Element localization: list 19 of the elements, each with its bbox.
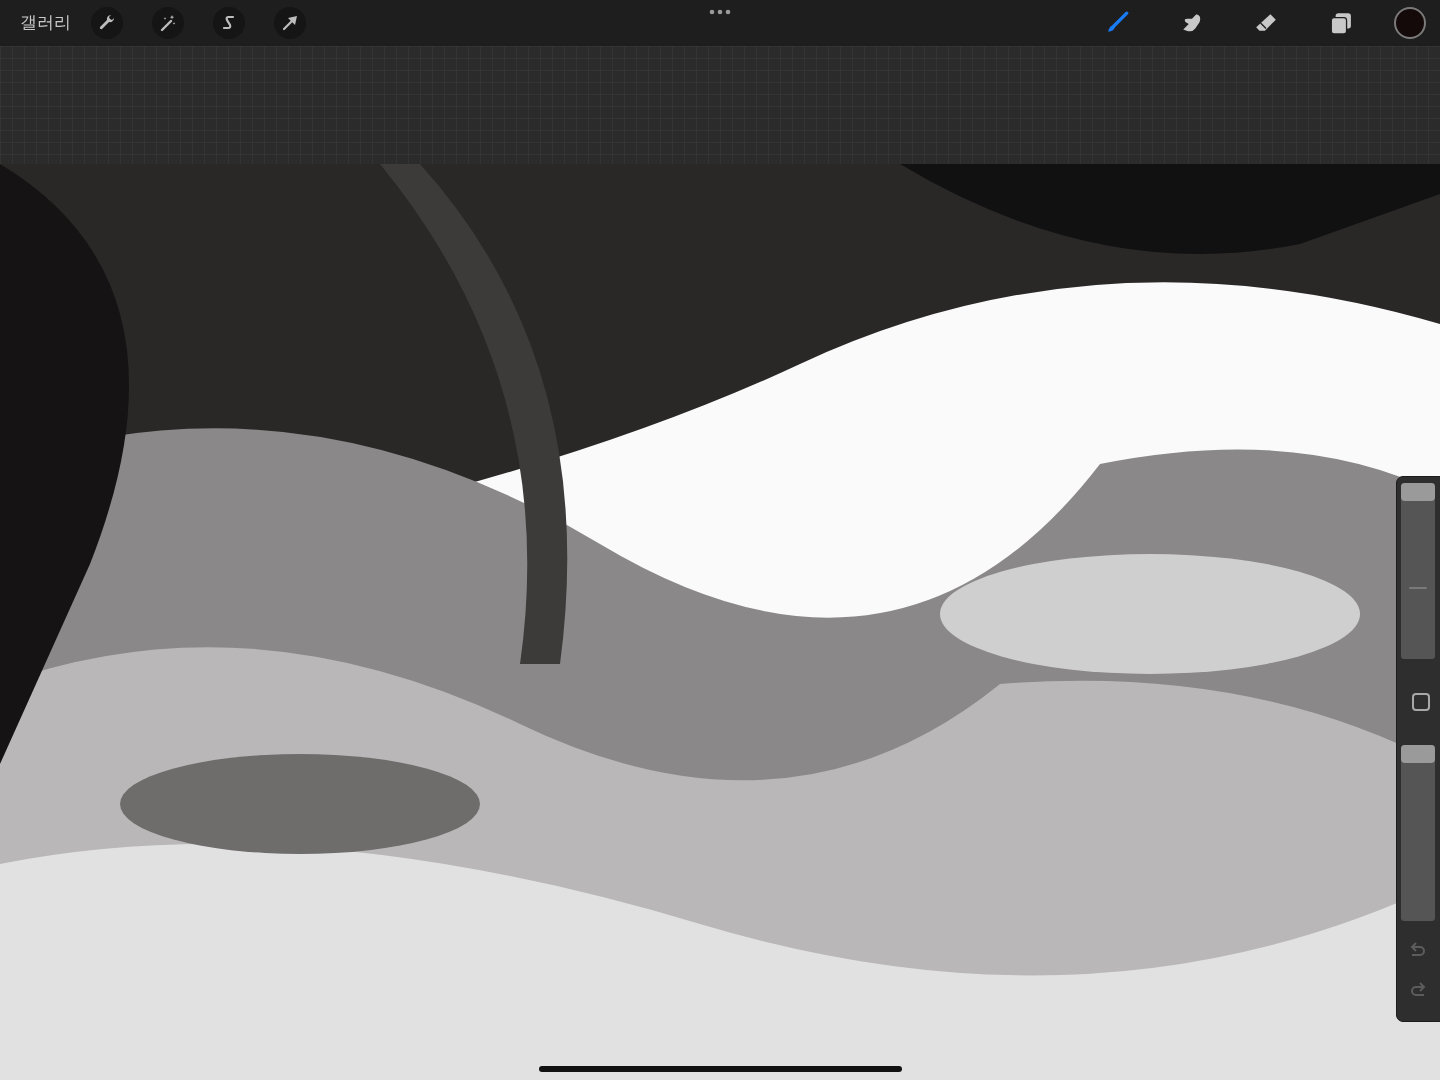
slider-thumb[interactable] [1401,745,1435,763]
color-swatch[interactable] [1394,7,1426,39]
layers-icon [1328,11,1352,35]
more-icon[interactable] [709,9,731,15]
selection-button[interactable] [213,7,245,39]
slider-thumb[interactable] [1401,483,1435,501]
magic-wand-icon [159,14,177,32]
magic-wand-button[interactable] [152,7,184,39]
redo-icon [1409,980,1427,998]
modify-button[interactable] [1412,693,1430,711]
brush-size-slider[interactable] [1401,483,1435,659]
arrow-icon [281,14,299,32]
brush-icon [1106,11,1130,35]
wrench-button[interactable] [91,7,123,39]
wrench-icon [98,14,116,32]
gallery-button[interactable]: 갤러리 [20,10,71,36]
transform-button[interactable] [274,7,306,39]
undo-icon [1409,940,1427,958]
opacity-slider[interactable] [1401,745,1435,921]
